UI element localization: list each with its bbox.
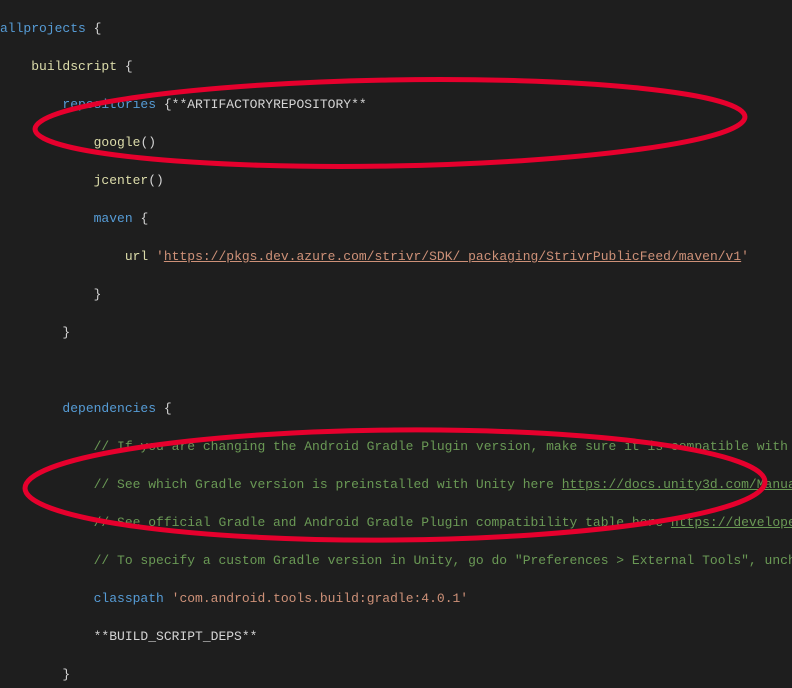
comment: // If you are changing the Android Gradl…	[94, 439, 792, 454]
indent	[0, 135, 94, 150]
token-artifactory-macro: **ARTIFACTORYREPOSITORY**	[172, 97, 367, 112]
brace: {	[86, 21, 102, 36]
indent	[0, 439, 94, 454]
brace: }	[0, 325, 70, 340]
indent	[0, 591, 94, 606]
comment-link[interactable]: https://docs.unity3d.com/Manua	[562, 477, 792, 492]
url-link[interactable]: https://pkgs.dev.azure.com/strivr/SDK/_p…	[164, 249, 741, 264]
brace: {	[156, 97, 172, 112]
token-allprojects: allprojects	[0, 21, 86, 36]
indent	[0, 173, 94, 188]
indent	[0, 401, 62, 416]
comment: // See official Gradle and Android Gradl…	[94, 515, 671, 530]
space	[164, 591, 172, 606]
token-build-deps-macro: **BUILD_SCRIPT_DEPS**	[94, 629, 258, 644]
brace: }	[0, 287, 101, 302]
indent	[0, 553, 94, 568]
parens: ()	[140, 135, 156, 150]
token-maven: maven	[94, 211, 133, 226]
token-buildscript: buildscript	[31, 59, 117, 74]
indent	[0, 477, 94, 492]
space	[148, 249, 156, 264]
token-classpath: classpath	[94, 591, 164, 606]
indent	[0, 211, 94, 226]
token-dependencies: dependencies	[62, 401, 156, 416]
token-jcenter: jcenter	[94, 173, 149, 188]
token-repositories: repositories	[62, 97, 156, 112]
code-block: allprojects { buildscript { repositories…	[0, 0, 792, 688]
token-url: url	[125, 249, 148, 264]
indent	[0, 629, 94, 644]
code-editor[interactable]: allprojects { buildscript { repositories…	[0, 0, 792, 688]
comment-link[interactable]: https://develope	[671, 515, 792, 530]
string-classpath: 'com.android.tools.build:gradle:4.0.1'	[172, 591, 468, 606]
parens: ()	[148, 173, 164, 188]
indent	[0, 515, 94, 530]
comment: // To specify a custom Gradle version in…	[94, 553, 792, 568]
brace: {	[117, 59, 133, 74]
indent	[0, 59, 31, 74]
string-quote: '	[156, 249, 164, 264]
indent	[0, 97, 62, 112]
brace: {	[156, 401, 172, 416]
indent	[0, 249, 125, 264]
token-google: google	[94, 135, 141, 150]
comment: // See which Gradle version is preinstal…	[94, 477, 562, 492]
brace: {	[133, 211, 149, 226]
string-quote: '	[741, 249, 749, 264]
brace: }	[0, 667, 70, 682]
